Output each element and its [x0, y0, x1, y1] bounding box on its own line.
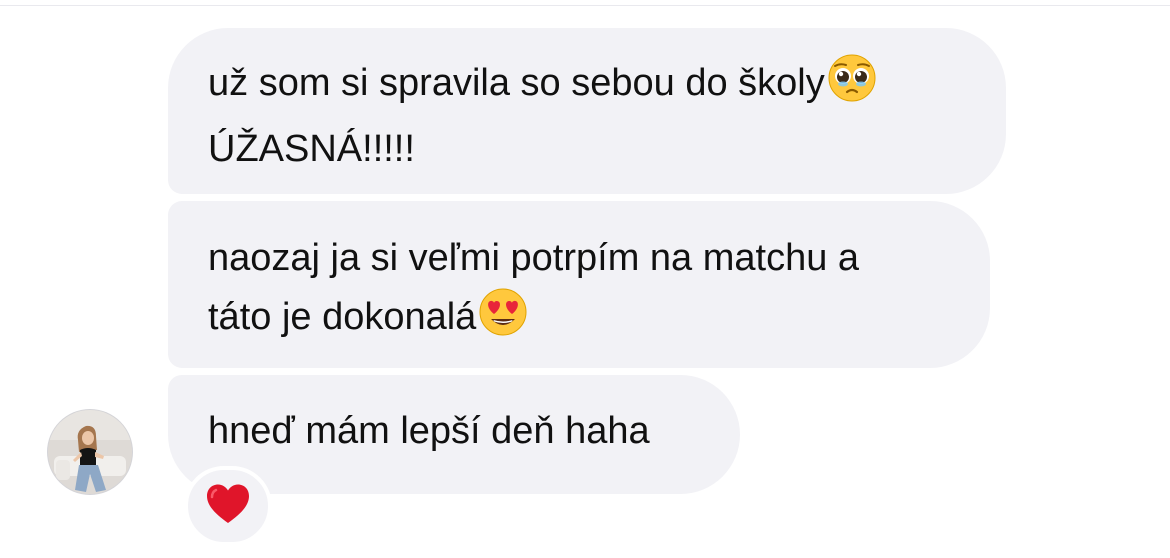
heart-eyes-face-icon: [478, 287, 528, 354]
message-line: hneď mám lepší deň haha: [208, 410, 650, 452]
avatar[interactable]: [48, 410, 132, 494]
red-heart-icon: [205, 483, 251, 530]
pleading-face-icon: [827, 53, 877, 120]
message-line: naozaj ja si veľmi potrpím na matchu a: [208, 237, 860, 279]
message-bubble[interactable]: naozaj ja si veľmi potrpím na matchu a t…: [168, 201, 990, 368]
reaction-badge[interactable]: [184, 466, 272, 546]
message-line: ÚŽASNÁ!!!!!: [208, 128, 415, 170]
top-divider: [0, 5, 1170, 6]
message-bubble[interactable]: už som si spravila so sebou do školy ÚŽA…: [168, 28, 1006, 194]
message-line: táto je dokonalá: [208, 287, 950, 354]
message-line: už som si spravila so sebou do školy: [208, 53, 966, 120]
